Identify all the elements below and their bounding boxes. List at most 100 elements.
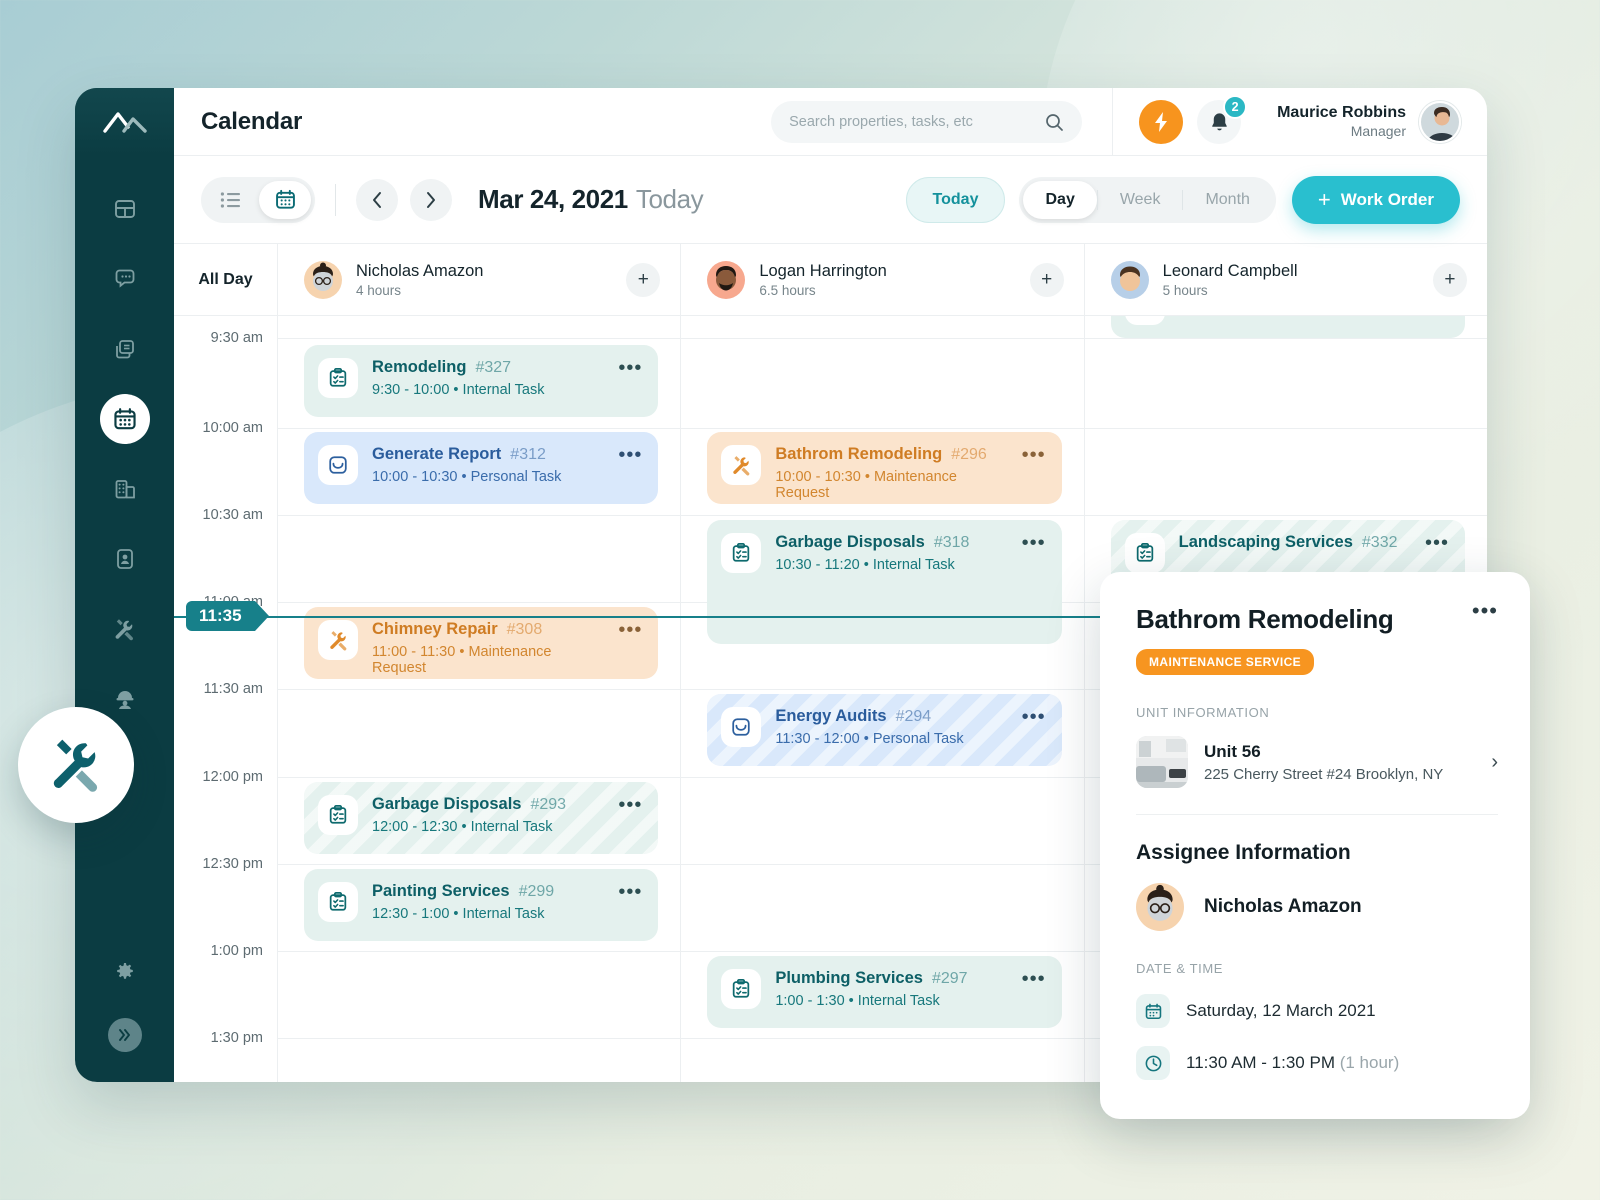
search-input[interactable] bbox=[789, 113, 1035, 130]
detail-menu-button[interactable]: ••• bbox=[1472, 600, 1498, 622]
sidebar-item-calendar[interactable] bbox=[99, 394, 150, 444]
calendar-event[interactable]: Garbage Disposals #318 10:30 - 11:20 • I… bbox=[707, 520, 1062, 644]
event-menu-button[interactable]: ••• bbox=[618, 620, 642, 640]
date-time-label: DATE & TIME bbox=[1136, 961, 1224, 976]
event-subtitle: 9:30 - 10:00 • Internal Task bbox=[372, 382, 545, 398]
header-divider bbox=[1112, 88, 1114, 156]
sidebar-bottom bbox=[75, 948, 174, 1052]
event-subtitle: 12:30 - 1:00 • Internal Task bbox=[372, 906, 545, 922]
add-event-button-1[interactable]: + bbox=[626, 262, 661, 297]
calendar-event[interactable]: Plumbing Services #297 1:00 - 1:30 • Int… bbox=[707, 956, 1062, 1028]
toolbar-divider bbox=[335, 183, 336, 216]
view-day-button[interactable]: Day bbox=[1023, 180, 1097, 219]
list-view-button[interactable] bbox=[205, 181, 257, 219]
assignee-name: Nicholas Amazon bbox=[356, 261, 484, 280]
time-label: 1:00 pm bbox=[210, 943, 263, 959]
calendar-event[interactable]: Generate Report #312 10:00 - 10:30 • Per… bbox=[304, 432, 659, 504]
calendar-view-button[interactable] bbox=[259, 180, 311, 219]
notifications-button[interactable]: 2 bbox=[1197, 94, 1248, 144]
calendar-event[interactable]: Bathrom Remodeling #296 10:00 - 10:30 • … bbox=[707, 432, 1062, 504]
event-menu-button[interactable]: ••• bbox=[1425, 533, 1449, 553]
view-week-button[interactable]: Week bbox=[1098, 181, 1183, 219]
user-avatar-image bbox=[1421, 102, 1459, 141]
sidebar-item-settings[interactable] bbox=[100, 948, 150, 998]
event-menu-button[interactable]: ••• bbox=[618, 445, 642, 465]
sidebar-item-contacts[interactable] bbox=[100, 534, 150, 584]
time-gutter: 9:30 am 10:00 am 10:30 am 11:00 am 11:30… bbox=[174, 316, 278, 1082]
event-body: Plumbing Services #297 1:00 - 1:30 • Int… bbox=[775, 969, 1007, 1009]
tools-icon bbox=[115, 618, 134, 640]
sidebar-item-dashboard[interactable] bbox=[100, 184, 150, 234]
view-range-toggle: Day Week Month bbox=[1019, 176, 1276, 223]
quick-action-button[interactable] bbox=[1139, 99, 1184, 144]
sidebar bbox=[75, 88, 174, 1082]
event-id: #293 bbox=[530, 796, 567, 813]
assignee-name: Nicholas Amazon bbox=[1204, 896, 1362, 917]
worker-helmet-icon bbox=[116, 691, 133, 709]
clipboard-check-icon bbox=[318, 882, 358, 922]
search-box[interactable] bbox=[771, 100, 1083, 143]
unit-information-label: UNIT INFORMATION bbox=[1136, 705, 1270, 720]
search-icon[interactable] bbox=[1044, 112, 1064, 132]
gear-icon bbox=[116, 963, 133, 979]
event-menu-button[interactable]: ••• bbox=[618, 795, 642, 815]
detail-date-row: Saturday, 12 March 2021 bbox=[1136, 994, 1498, 1028]
avatar[interactable] bbox=[304, 260, 342, 299]
event-id: #296 bbox=[951, 446, 987, 463]
chevron-right-icon[interactable]: › bbox=[1491, 751, 1498, 774]
calendar-view-icon bbox=[275, 189, 295, 209]
calendar-column-logan[interactable]: Bathrom Remodeling #296 10:00 - 10:30 • … bbox=[681, 316, 1085, 1082]
calendar-column-nicholas[interactable]: Remodeling #327 9:30 - 10:00 • Internal … bbox=[278, 316, 682, 1082]
user-menu[interactable]: Maurice Robbins Manager bbox=[1277, 100, 1487, 143]
time-label: 11:30 am bbox=[203, 681, 263, 697]
calendar-event[interactable]: Energy Audits #294 11:30 - 12:00 • Perso… bbox=[707, 694, 1062, 766]
event-title: Generate Report bbox=[372, 445, 502, 463]
event-body: Garbage Disposals #318 10:30 - 11:20 • I… bbox=[775, 533, 1007, 573]
sidebar-item-properties[interactable] bbox=[100, 464, 150, 514]
detail-title: Bathrom Remodeling bbox=[1136, 604, 1394, 634]
add-work-order-button[interactable]: + Work Order bbox=[1291, 175, 1460, 224]
unit-row[interactable]: Unit 56 225 Cherry Street #24 Brooklyn, … bbox=[1136, 736, 1498, 788]
event-menu-button[interactable]: ••• bbox=[1022, 707, 1046, 727]
event-subtitle: 11:00 - 11:30 • Maintenance Request bbox=[372, 644, 552, 676]
unit-photo bbox=[1136, 736, 1188, 788]
chevron-left-icon bbox=[373, 191, 381, 208]
time-label: 10:30 am bbox=[202, 507, 263, 523]
calendar-event[interactable]: Painting Services #299 12:30 - 1:00 • In… bbox=[304, 869, 659, 941]
sidebar-item-maintenance[interactable] bbox=[100, 604, 150, 654]
event-menu-button[interactable]: ••• bbox=[618, 358, 642, 378]
current-date-today-label: Today bbox=[635, 184, 704, 214]
event-menu-button[interactable]: ••• bbox=[1022, 533, 1046, 553]
tools-icon bbox=[53, 739, 98, 792]
time-label: 9:30 am bbox=[210, 330, 263, 346]
next-day-button[interactable] bbox=[410, 178, 452, 221]
add-event-button-2[interactable]: + bbox=[1029, 262, 1064, 297]
calendar-event[interactable]: 9:00 - 9:30 • Internal Task bbox=[1110, 316, 1465, 338]
calendar-event[interactable]: Garbage Disposals #293 12:00 - 12:30 • I… bbox=[304, 782, 659, 854]
assignee-row[interactable]: Nicholas Amazon bbox=[1136, 883, 1498, 931]
sidebar-item-messages[interactable] bbox=[100, 254, 150, 304]
assignee-avatar-image bbox=[1136, 883, 1184, 931]
previous-day-button[interactable] bbox=[356, 178, 398, 221]
event-title: Remodeling bbox=[372, 358, 467, 376]
sidebar-collapse-button[interactable] bbox=[107, 1018, 142, 1052]
today-button[interactable]: Today bbox=[905, 176, 1006, 223]
assignee-avatar-image-3 bbox=[1110, 260, 1149, 299]
user-role: Manager bbox=[1350, 123, 1406, 139]
event-menu-button[interactable]: ••• bbox=[1022, 969, 1046, 989]
floating-action-button[interactable] bbox=[18, 707, 134, 823]
assignee-column-header-2: Logan Harrington 6.5 hours + bbox=[681, 244, 1085, 315]
clipboard-check-icon bbox=[318, 795, 358, 835]
avatar[interactable] bbox=[707, 260, 746, 299]
add-event-button-3[interactable]: + bbox=[1432, 262, 1467, 297]
sidebar-item-documents[interactable] bbox=[100, 324, 150, 374]
event-menu-button[interactable]: ••• bbox=[1022, 445, 1046, 465]
avatar[interactable] bbox=[1419, 100, 1461, 143]
event-menu-button[interactable]: ••• bbox=[618, 882, 642, 902]
clipboard-check-icon bbox=[1124, 316, 1165, 325]
all-day-label: All Day bbox=[174, 244, 278, 315]
app-logo[interactable] bbox=[75, 88, 174, 156]
avatar[interactable] bbox=[1110, 260, 1149, 299]
calendar-event[interactable]: Remodeling #327 9:30 - 10:00 • Internal … bbox=[304, 345, 659, 417]
view-month-button[interactable]: Month bbox=[1183, 181, 1271, 219]
